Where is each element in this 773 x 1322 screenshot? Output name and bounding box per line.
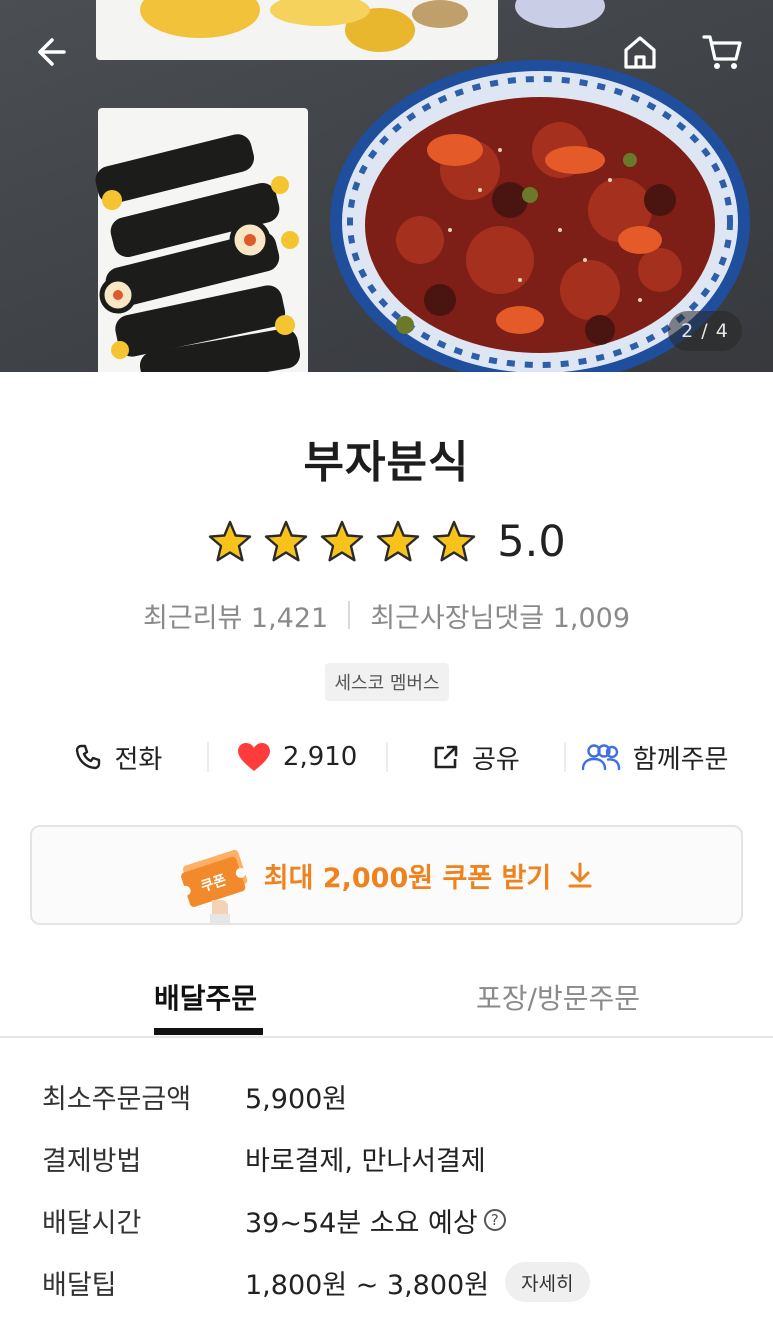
- order-type-tabs: 배달주문 포장/방문주문: [0, 958, 773, 1038]
- back-button[interactable]: [22, 24, 78, 80]
- image-counter: 2 / 4: [668, 311, 742, 351]
- help-icon[interactable]: ?: [483, 1209, 506, 1231]
- review-stats: 최근리뷰 1,421 최근사장님댓글 1,009: [0, 592, 773, 638]
- cesco-member-badge: 세스코 멤버스: [325, 663, 449, 701]
- like-button[interactable]: 2,910: [209, 728, 386, 786]
- payment-label: 결제방법: [42, 1145, 142, 1177]
- group-order-button[interactable]: 함께주문: [566, 728, 743, 786]
- delivery-tip-value: 1,800원 ~ 3,800원: [245, 1269, 490, 1301]
- coupon-icon: 쿠폰: [180, 849, 247, 924]
- delivery-time-value: 39~54분 소요 예상: [245, 1207, 478, 1239]
- min-order-value: 5,900원: [245, 1083, 348, 1115]
- store-name: 부자분식: [303, 437, 470, 488]
- like-count: 2,910: [282, 742, 358, 772]
- recent-reviews-link[interactable]: 최근리뷰 1,421: [143, 596, 328, 635]
- delivery-time-label: 배달시간: [42, 1207, 142, 1239]
- min-order-label: 최소주문금액: [42, 1083, 192, 1115]
- active-tab-indicator: [154, 1028, 263, 1035]
- download-arrow-icon: [568, 862, 592, 888]
- home-icon: [624, 36, 656, 69]
- star-icon: [265, 520, 308, 562]
- payment-value: 바로결제, 만나서결제: [245, 1145, 486, 1177]
- coupon-label: 최대 2,000원 쿠폰 받기: [263, 862, 552, 894]
- delivery-tip-detail-button[interactable]: 자세히: [505, 1262, 590, 1302]
- rating-value: 5.0: [497, 517, 566, 567]
- divider: [348, 601, 351, 629]
- star-rating: [207, 519, 477, 565]
- rating-row: 5.0: [0, 512, 773, 572]
- call-button[interactable]: 전화: [30, 728, 207, 786]
- share-button[interactable]: 공유: [388, 728, 565, 786]
- coupon-download-button[interactable]: 쿠폰 최대 2,000원 쿠폰 받기: [30, 825, 743, 925]
- min-order-row: 최소주문금액 5,900원: [42, 1068, 742, 1124]
- phone-icon: [76, 744, 101, 770]
- star-icon: [209, 520, 252, 562]
- owner-replies-link[interactable]: 최근사장님댓글 1,009: [370, 596, 630, 635]
- delivery-time-row: 배달시간 39~54분 소요 예상 ?: [42, 1192, 742, 1248]
- delivery-tip-value-wrap: 1,800원 ~ 3,800원 자세히: [245, 1262, 590, 1302]
- share-label: 공유: [471, 744, 520, 775]
- heart-icon: [237, 743, 270, 771]
- cart-icon: [702, 35, 742, 69]
- hero-image-carousel[interactable]: 2 / 4: [0, 0, 773, 372]
- tab-delivery[interactable]: 배달주문: [154, 958, 257, 1036]
- group-order-label: 함께주문: [632, 744, 729, 775]
- back-arrow-icon: [38, 38, 66, 66]
- delivery-tip-row: 배달팁 1,800원 ~ 3,800원 자세히: [42, 1254, 742, 1310]
- delivery-time-value-wrap: 39~54분 소요 예상 ?: [245, 1201, 506, 1240]
- tab-pickup[interactable]: 포장/방문주문: [476, 958, 640, 1036]
- delivery-tip-label: 배달팁: [42, 1269, 117, 1301]
- action-bar: 전화 2,910 공유 함께주문: [30, 728, 743, 786]
- share-icon: [434, 745, 458, 769]
- home-button[interactable]: [612, 24, 668, 80]
- star-icon: [433, 520, 476, 562]
- star-icon: [377, 520, 420, 562]
- star-icon: [321, 520, 364, 562]
- group-icon: [581, 744, 620, 771]
- payment-row: 결제방법 바로결제, 만나서결제: [42, 1130, 742, 1186]
- call-label: 전화: [114, 744, 163, 775]
- cart-button[interactable]: [694, 24, 750, 80]
